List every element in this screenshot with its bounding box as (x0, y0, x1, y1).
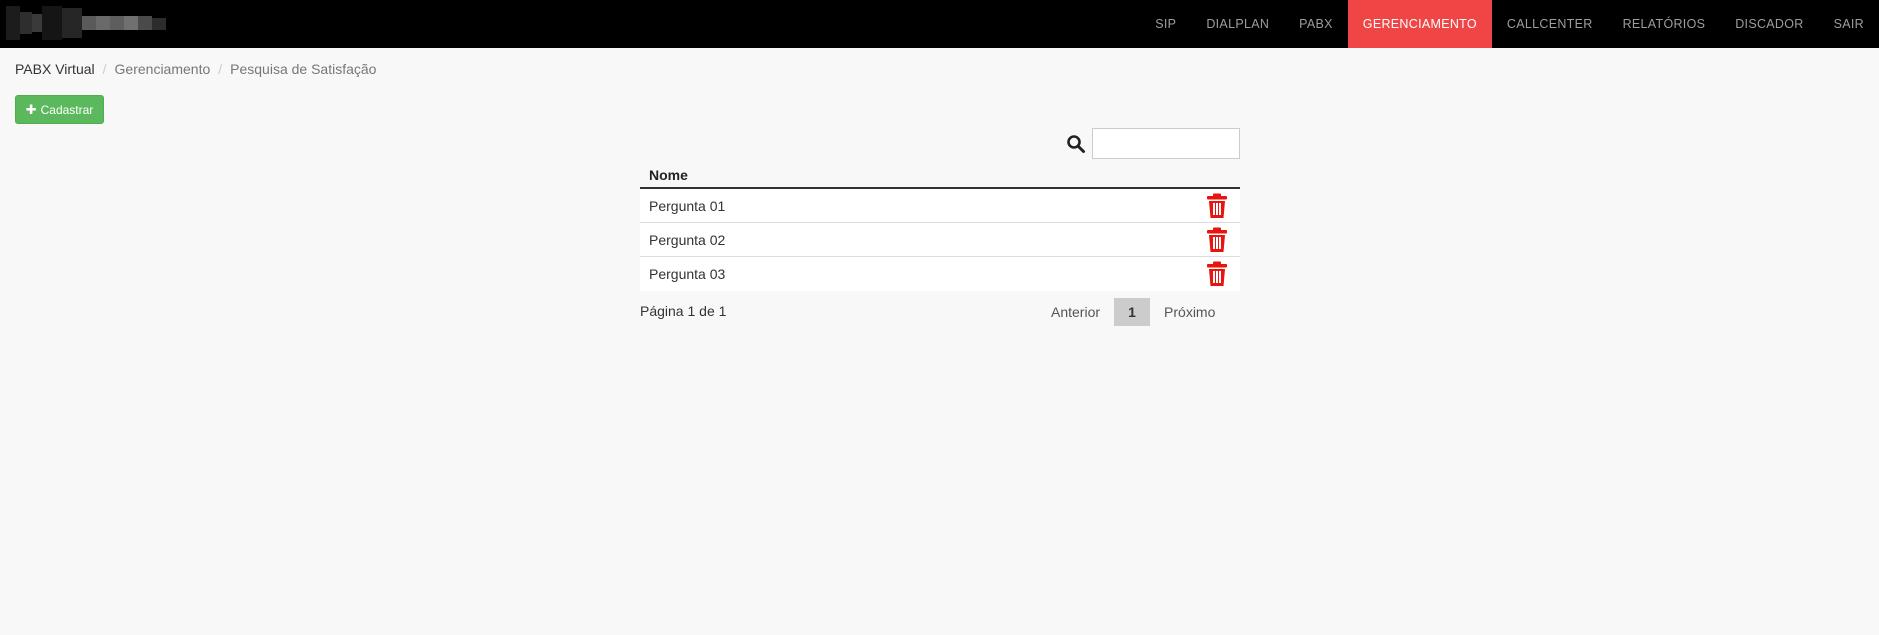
cadastrar-button-label: Cadastrar (40, 102, 94, 117)
table-row: Pergunta 02 (640, 223, 1240, 257)
nav-item-discador[interactable]: DISCADOR (1720, 0, 1818, 48)
nav-item-relatorios[interactable]: RELATÓRIOS (1608, 0, 1721, 48)
row-name[interactable]: Pergunta 01 (649, 198, 725, 214)
row-name[interactable]: Pergunta 02 (649, 232, 725, 248)
logo[interactable] (6, 6, 174, 40)
cadastrar-button[interactable]: ✚ Cadastrar (15, 95, 104, 124)
nav-menu: SIP DIALPLAN PABX GERENCIAMENTO CALLCENT… (1140, 0, 1879, 48)
nav-item-callcenter[interactable]: CALLCENTER (1492, 0, 1608, 48)
breadcrumb-separator: / (218, 61, 223, 77)
row-name[interactable]: Pergunta 03 (649, 266, 725, 282)
breadcrumb-separator: / (102, 61, 107, 77)
nav-item-sair[interactable]: SAIR (1819, 0, 1879, 48)
breadcrumb-item-pabx-virtual[interactable]: PABX Virtual (15, 61, 95, 77)
top-navbar: SIP DIALPLAN PABX GERENCIAMENTO CALLCENT… (0, 0, 1879, 48)
trash-icon[interactable] (1206, 193, 1228, 219)
pagination-prev[interactable]: Anterior (1037, 298, 1114, 326)
breadcrumb: PABX Virtual / Gerenciamento / Pesquisa … (15, 61, 376, 77)
breadcrumb-item-gerenciamento[interactable]: Gerenciamento (115, 61, 211, 77)
trash-icon[interactable] (1206, 261, 1228, 287)
nav-item-dialplan[interactable]: DIALPLAN (1191, 0, 1284, 48)
table-row: Pergunta 01 (640, 189, 1240, 223)
plus-icon: ✚ (25, 101, 37, 117)
search-icon (1067, 135, 1085, 153)
pagination: Anterior 1 Próximo (1037, 298, 1229, 326)
table-row: Pergunta 03 (640, 257, 1240, 291)
column-header-nome: Nome (649, 167, 688, 183)
table-header: Nome (640, 163, 1240, 189)
nav-item-gerenciamento[interactable]: GERENCIAMENTO (1347, 0, 1492, 48)
pagination-next[interactable]: Próximo (1150, 298, 1229, 326)
pagination-page-current[interactable]: 1 (1114, 298, 1151, 326)
breadcrumb-item-current: Pesquisa de Satisfação (230, 61, 377, 77)
nav-item-sip[interactable]: SIP (1140, 0, 1191, 48)
nav-item-pabx[interactable]: PABX (1284, 0, 1348, 48)
trash-icon[interactable] (1206, 227, 1228, 253)
search-input[interactable] (1092, 128, 1240, 159)
questions-table: Nome Pergunta 01 Pergunta 02 Pergunta 03 (640, 163, 1240, 291)
pagination-info: Página 1 de 1 (640, 303, 727, 319)
